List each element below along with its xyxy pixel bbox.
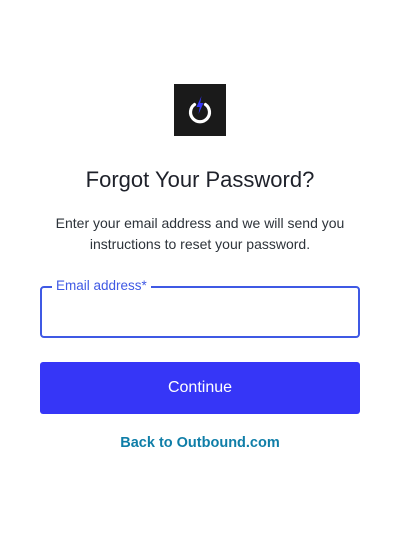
email-field[interactable]: Email address* [40, 278, 360, 338]
forgot-password-card: Forgot Your Password? Enter your email a… [0, 0, 400, 540]
outbound-logo [174, 84, 226, 136]
power-bolt-icon [188, 96, 212, 124]
page-title: Forgot Your Password? [85, 167, 315, 192]
instructions-text: Enter your email address and we will sen… [55, 215, 345, 252]
continue-button[interactable]: Continue [40, 362, 360, 414]
back-to-outbound-link[interactable]: Back to Outbound.com [0, 434, 400, 452]
email-input[interactable] [42, 288, 358, 336]
